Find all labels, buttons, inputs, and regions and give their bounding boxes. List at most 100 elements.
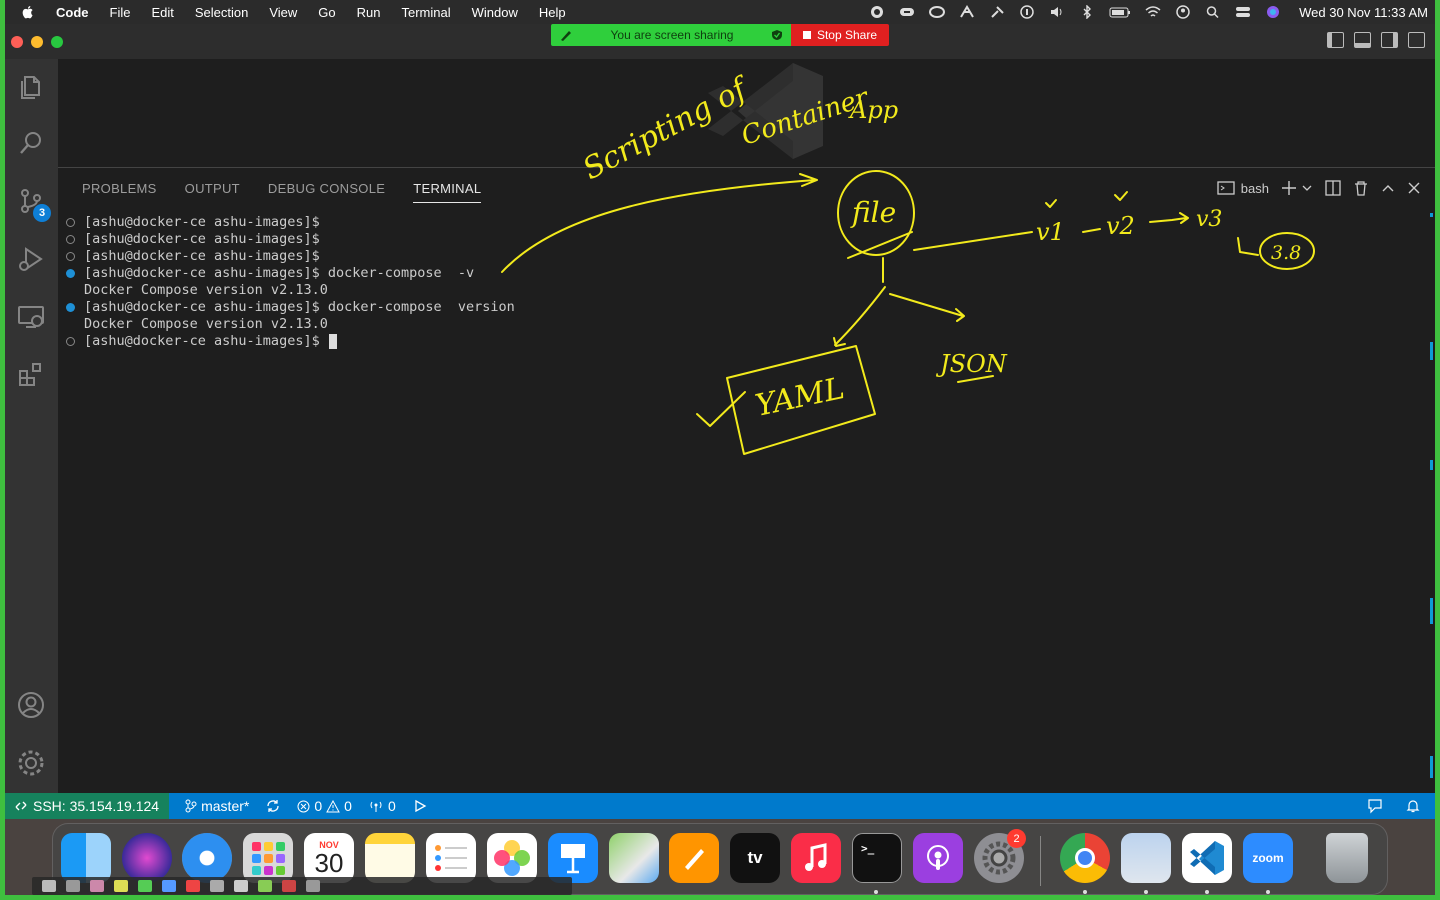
stamp-tool-icon[interactable]	[138, 880, 152, 892]
pin-icon[interactable]	[989, 5, 1005, 19]
command-decoration-icon[interactable]	[66, 218, 75, 227]
chrome-icon[interactable]	[1060, 833, 1110, 883]
debug-launch-icon[interactable]	[412, 799, 428, 813]
trash-icon[interactable]	[1353, 180, 1369, 196]
calendar-icon[interactable]: NOV 30	[304, 833, 354, 883]
spotlight-search-icon[interactable]	[1205, 5, 1221, 19]
annotate-pen-icon[interactable]	[559, 28, 573, 42]
keynote-icon[interactable]	[548, 833, 598, 883]
bluetooth-icon[interactable]	[1079, 5, 1095, 19]
editor-area[interactable]	[58, 59, 1435, 167]
screen-sharing-indicator[interactable]: You are screen sharing	[551, 24, 791, 46]
preview-icon[interactable]	[1121, 833, 1171, 883]
apple-menu-icon[interactable]	[20, 4, 36, 20]
terminal-output[interactable]: [ashu@docker-ce ashu-images]$ [ashu@dock…	[66, 214, 515, 350]
extensions-icon[interactable]	[13, 357, 49, 393]
battery-icon[interactable]	[1109, 5, 1131, 19]
split-terminal-icon[interactable]	[1325, 180, 1341, 196]
chevron-down-icon[interactable]	[1301, 182, 1313, 194]
explorer-icon[interactable]	[13, 69, 49, 105]
volume-icon[interactable]	[1049, 5, 1065, 19]
siri-icon[interactable]	[1265, 5, 1281, 19]
text-tool-icon[interactable]	[162, 880, 176, 892]
customize-layout-icon[interactable]	[1408, 32, 1425, 48]
undo-tool-icon[interactable]	[234, 880, 248, 892]
video-icon[interactable]	[899, 5, 915, 19]
trash-dock-icon[interactable]	[1326, 833, 1368, 883]
music-icon[interactable]	[791, 833, 841, 883]
launchpad-icon[interactable]	[243, 833, 293, 883]
creative-cloud-icon[interactable]	[929, 5, 946, 19]
reminders-icon[interactable]	[426, 833, 476, 883]
menu-view[interactable]: View	[269, 5, 297, 20]
new-terminal-button[interactable]	[1281, 180, 1313, 196]
camera-icon[interactable]	[869, 5, 885, 19]
ports-indicator[interactable]: 0	[368, 798, 396, 814]
command-decoration-icon[interactable]	[66, 337, 75, 346]
tab-terminal[interactable]: TERMINAL	[413, 181, 482, 203]
redo-tool-icon[interactable]	[258, 880, 272, 892]
close-panel-icon[interactable]	[1407, 181, 1421, 195]
accessibility-icon[interactable]	[1019, 5, 1035, 19]
tab-problems[interactable]: PROBLEMS	[82, 181, 157, 203]
menu-selection[interactable]: Selection	[195, 5, 248, 20]
sync-icon[interactable]	[265, 799, 281, 813]
menu-terminal[interactable]: Terminal	[402, 5, 451, 20]
mouse-tool-icon[interactable]	[42, 880, 56, 892]
command-decoration-icon[interactable]	[66, 303, 75, 312]
user-icon[interactable]	[1175, 5, 1191, 19]
menu-file[interactable]: File	[110, 5, 131, 20]
command-decoration-icon[interactable]	[66, 269, 75, 278]
finder-icon[interactable]	[61, 833, 111, 883]
notes-icon[interactable]	[365, 833, 415, 883]
zoom-icon[interactable]: zoom	[1243, 833, 1293, 883]
toggle-primary-sidebar-icon[interactable]	[1327, 32, 1344, 48]
menu-run[interactable]: Run	[357, 5, 381, 20]
search-icon[interactable]	[13, 125, 49, 161]
safari-icon[interactable]	[182, 833, 232, 883]
stop-share-button[interactable]: Stop Share	[791, 24, 889, 46]
toggle-secondary-sidebar-icon[interactable]	[1381, 32, 1398, 48]
menu-clock[interactable]: Wed 30 Nov 11:33 AM	[1299, 5, 1428, 20]
photos-icon[interactable]	[487, 833, 537, 883]
window-close-button[interactable]	[11, 36, 23, 48]
menu-help[interactable]: Help	[539, 5, 566, 20]
toggle-panel-icon[interactable]	[1354, 32, 1371, 48]
pages-icon[interactable]	[669, 833, 719, 883]
window-zoom-button[interactable]	[51, 36, 63, 48]
format-tool-icon[interactable]	[186, 880, 200, 892]
run-debug-icon[interactable]	[13, 241, 49, 277]
menu-edit[interactable]: Edit	[151, 5, 173, 20]
remote-explorer-icon[interactable]	[13, 299, 49, 335]
command-decoration-icon[interactable]	[66, 235, 75, 244]
apple-tv-icon[interactable]: tv	[730, 833, 780, 883]
manage-gear-icon[interactable]	[13, 745, 49, 781]
window-minimize-button[interactable]	[31, 36, 43, 48]
terminal-app-icon[interactable]: >_	[852, 833, 902, 883]
command-decoration-icon[interactable]	[66, 252, 75, 261]
spotlight-tool-icon[interactable]	[90, 880, 104, 892]
tab-debug-console[interactable]: DEBUG CONSOLE	[268, 181, 385, 203]
accounts-icon[interactable]	[13, 687, 49, 723]
remote-indicator[interactable]: SSH: 35.154.19.124	[5, 793, 170, 819]
podcasts-icon[interactable]	[913, 833, 963, 883]
select-tool-icon[interactable]	[66, 880, 80, 892]
menu-go[interactable]: Go	[318, 5, 335, 20]
vscode-dock-icon[interactable]	[1182, 833, 1232, 883]
save-tool-icon[interactable]	[306, 880, 320, 892]
feedback-icon[interactable]	[1367, 798, 1383, 814]
eraser-tool-icon[interactable]	[210, 880, 224, 892]
menu-app-name[interactable]: Code	[56, 5, 89, 20]
tool-icon[interactable]	[959, 5, 975, 19]
menu-window[interactable]: Window	[472, 5, 518, 20]
maps-icon[interactable]	[609, 833, 659, 883]
terminal-instance[interactable]: bash	[1217, 180, 1269, 196]
wifi-icon[interactable]	[1145, 5, 1161, 19]
siri-dock-icon[interactable]	[122, 833, 172, 883]
control-center-icon[interactable]	[1235, 5, 1251, 19]
draw-tool-icon[interactable]	[114, 880, 128, 892]
problems-summary[interactable]: 0 0	[297, 798, 352, 814]
clear-tool-icon[interactable]	[282, 880, 296, 892]
git-branch[interactable]: master*	[185, 798, 249, 814]
maximize-panel-icon[interactable]	[1381, 181, 1395, 195]
